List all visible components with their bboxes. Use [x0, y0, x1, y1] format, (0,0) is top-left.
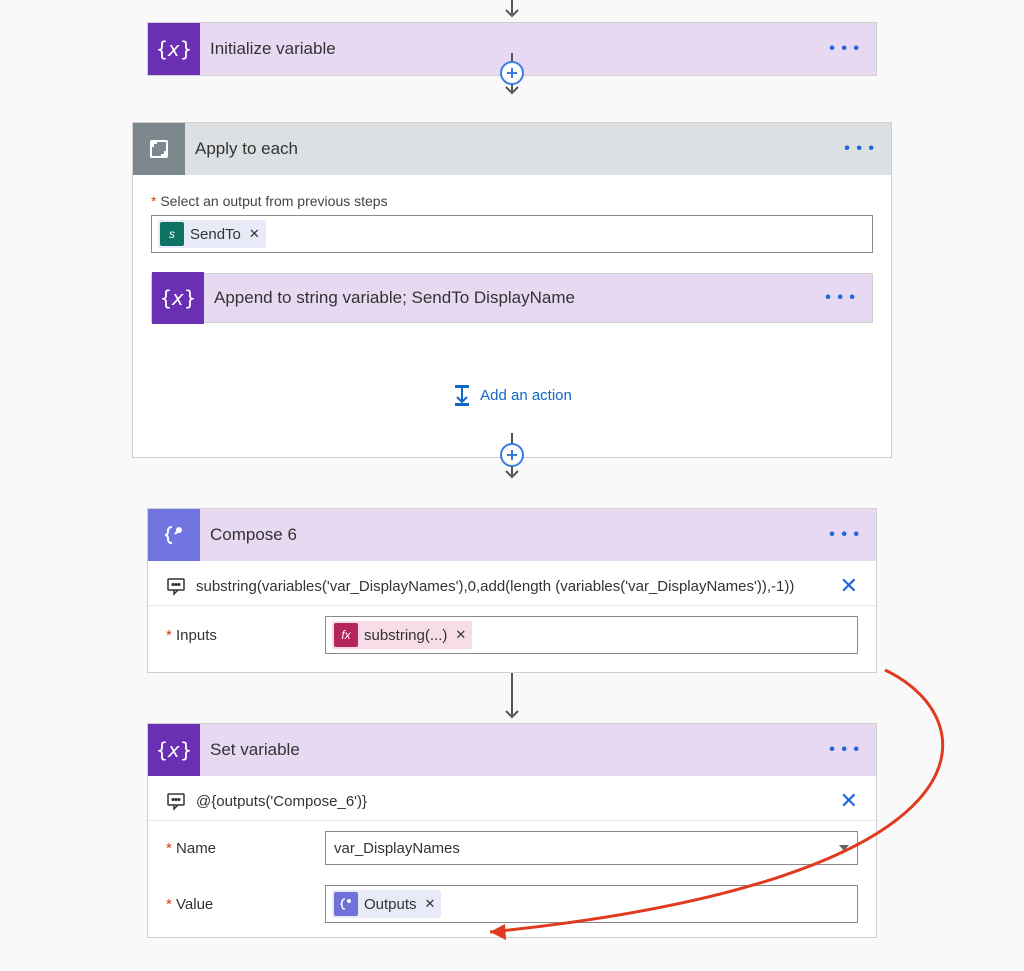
add-step-button[interactable] [500, 61, 524, 85]
compose-icon [148, 509, 200, 561]
select-output-label: * Select an output from previous steps [151, 193, 873, 209]
name-select[interactable]: var_DisplayNames [325, 831, 858, 865]
remove-token-icon[interactable]: ✕ [425, 896, 436, 912]
peek-code-bar: substring(variables('var_DisplayNames'),… [148, 561, 876, 606]
remove-token-icon[interactable]: ✕ [249, 226, 260, 242]
more-menu[interactable]: • • • [813, 40, 876, 58]
compose-output-icon [334, 892, 358, 916]
more-menu[interactable]: • • • [813, 526, 876, 544]
more-menu[interactable]: • • • [828, 140, 891, 158]
variable-icon: {x} [148, 724, 200, 776]
comment-icon [166, 576, 186, 596]
close-peek-icon[interactable]: ✕ [840, 573, 858, 599]
peek-code-bar: @{outputs('Compose_6')} ✕ [148, 776, 876, 821]
variable-icon: {x} [152, 272, 204, 324]
step-compose-6[interactable]: Compose 6 • • • substring(variables('var… [147, 508, 877, 673]
inputs-field[interactable]: fx substring(...) ✕ [325, 616, 858, 654]
more-menu[interactable]: • • • [809, 289, 872, 307]
loop-icon [133, 123, 185, 175]
remove-token-icon[interactable]: ✕ [455, 627, 466, 643]
add-action-button[interactable]: Add an action [151, 383, 873, 407]
token-sendto[interactable]: s SendTo ✕ [158, 220, 266, 248]
step-title: Compose 6 [200, 525, 813, 545]
fx-icon: fx [334, 623, 358, 647]
step-title: Apply to each [185, 139, 828, 159]
step-title: Set variable [200, 740, 813, 760]
more-menu[interactable]: • • • [813, 741, 876, 759]
step-apply-to-each[interactable]: Apply to each • • • * Select an output f… [132, 122, 892, 458]
inputs-label: * Inputs [166, 627, 311, 644]
comment-icon [166, 791, 186, 811]
value-field[interactable]: Outputs ✕ [325, 885, 858, 923]
step-append-string[interactable]: {x} Append to string variable; SendTo Di… [151, 273, 873, 323]
close-peek-icon[interactable]: ✕ [840, 788, 858, 814]
step-title: Append to string variable; SendTo Displa… [204, 288, 809, 308]
step-set-variable[interactable]: {x} Set variable • • • @{outputs('Compos… [147, 723, 877, 938]
token-substring[interactable]: fx substring(...) ✕ [332, 621, 472, 649]
sharepoint-icon: s [160, 222, 184, 246]
name-label: * Name [166, 840, 311, 857]
token-outputs[interactable]: Outputs ✕ [332, 890, 441, 918]
value-label: * Value [166, 896, 311, 913]
variable-icon: {x} [148, 23, 200, 75]
select-output-input[interactable]: s SendTo ✕ [151, 215, 873, 253]
add-step-button[interactable] [500, 443, 524, 467]
